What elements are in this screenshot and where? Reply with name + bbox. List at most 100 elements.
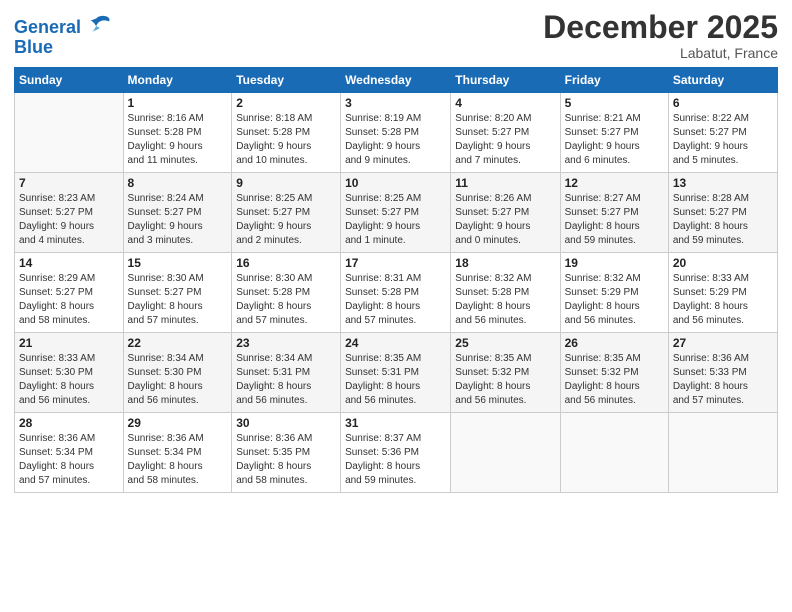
logo-bird-icon: [83, 14, 111, 42]
day-number: 3: [345, 96, 446, 110]
day-number: 19: [565, 256, 664, 270]
calendar-cell: 24 Sunrise: 8:35 AM Sunset: 5:31 PM Dayli…: [341, 333, 451, 413]
day-info: Sunrise: 8:32 AM Sunset: 5:29 PM Dayligh…: [565, 272, 664, 328]
day-number: 4: [455, 96, 555, 110]
calendar-cell: [560, 413, 668, 493]
day-number: 11: [455, 176, 555, 190]
day-info: Sunrise: 8:30 AM Sunset: 5:28 PM Dayligh…: [236, 272, 336, 328]
calendar-cell: 5 Sunrise: 8:21 AM Sunset: 5:27 PM Daylig…: [560, 93, 668, 173]
day-info: Sunrise: 8:37 AM Sunset: 5:36 PM Dayligh…: [345, 432, 446, 488]
day-number: 2: [236, 96, 336, 110]
calendar-week-row: 21 Sunrise: 8:33 AM Sunset: 5:30 PM Dayli…: [15, 333, 778, 413]
calendar-cell: 14 Sunrise: 8:29 AM Sunset: 5:27 PM Dayli…: [15, 253, 124, 333]
day-number: 22: [128, 336, 228, 350]
day-number: 13: [673, 176, 773, 190]
calendar-cell: 8 Sunrise: 8:24 AM Sunset: 5:27 PM Daylig…: [123, 173, 232, 253]
calendar-cell: 30Sunrise: 8:36 AM Sunset: 5:35 PM Dayli…: [232, 413, 341, 493]
day-info: Sunrise: 8:35 AM Sunset: 5:32 PM Dayligh…: [565, 352, 664, 408]
calendar-header-friday: Friday: [560, 68, 668, 93]
calendar-cell: 20Sunrise: 8:33 AM Sunset: 5:29 PM Dayli…: [668, 253, 777, 333]
day-info: Sunrise: 8:23 AM Sunset: 5:27 PM Dayligh…: [19, 192, 119, 248]
calendar-cell: [15, 93, 124, 173]
day-number: 16: [236, 256, 336, 270]
calendar-cell: 28 Sunrise: 8:36 AM Sunset: 5:34 PM Dayli…: [15, 413, 124, 493]
day-info: Sunrise: 8:34 AM Sunset: 5:31 PM Dayligh…: [236, 352, 336, 408]
day-info: Sunrise: 8:21 AM Sunset: 5:27 PM Dayligh…: [565, 112, 664, 168]
day-info: Sunrise: 8:32 AM Sunset: 5:28 PM Dayligh…: [455, 272, 555, 328]
day-number: 21: [19, 336, 119, 350]
day-number: 5: [565, 96, 664, 110]
calendar-header-saturday: Saturday: [668, 68, 777, 93]
day-number: 25: [455, 336, 555, 350]
calendar-cell: 19 Sunrise: 8:32 AM Sunset: 5:29 PM Dayli…: [560, 253, 668, 333]
calendar-cell: 18 Sunrise: 8:32 AM Sunset: 5:28 PM Dayli…: [451, 253, 560, 333]
calendar-cell: 21 Sunrise: 8:33 AM Sunset: 5:30 PM Dayli…: [15, 333, 124, 413]
calendar-cell: 25 Sunrise: 8:35 AM Sunset: 5:32 PM Dayli…: [451, 333, 560, 413]
day-number: 7: [19, 176, 119, 190]
calendar-header-sunday: Sunday: [15, 68, 124, 93]
calendar-week-row: 7 Sunrise: 8:23 AM Sunset: 5:27 PM Daylig…: [15, 173, 778, 253]
calendar-cell: 11 Sunrise: 8:26 AM Sunset: 5:27 PM Dayli…: [451, 173, 560, 253]
header: General Blue December 2025 Labatut, Fran…: [14, 10, 778, 61]
calendar-cell: 22Sunrise: 8:34 AM Sunset: 5:30 PM Dayli…: [123, 333, 232, 413]
calendar-cell: 26Sunrise: 8:35 AM Sunset: 5:32 PM Dayli…: [560, 333, 668, 413]
calendar-cell: 2Sunrise: 8:18 AM Sunset: 5:28 PM Daylig…: [232, 93, 341, 173]
month-title: December 2025: [543, 10, 778, 45]
day-info: Sunrise: 8:33 AM Sunset: 5:30 PM Dayligh…: [19, 352, 119, 408]
day-number: 15: [128, 256, 228, 270]
day-number: 14: [19, 256, 119, 270]
day-info: Sunrise: 8:30 AM Sunset: 5:27 PM Dayligh…: [128, 272, 228, 328]
day-number: 30: [236, 416, 336, 430]
day-info: Sunrise: 8:36 AM Sunset: 5:34 PM Dayligh…: [19, 432, 119, 488]
calendar-cell: 23 Sunrise: 8:34 AM Sunset: 5:31 PM Dayli…: [232, 333, 341, 413]
calendar-cell: 31 Sunrise: 8:37 AM Sunset: 5:36 PM Dayli…: [341, 413, 451, 493]
page-container: General Blue December 2025 Labatut, Fran…: [0, 0, 792, 503]
day-info: Sunrise: 8:31 AM Sunset: 5:28 PM Dayligh…: [345, 272, 446, 328]
day-info: Sunrise: 8:20 AM Sunset: 5:27 PM Dayligh…: [455, 112, 555, 168]
day-info: Sunrise: 8:16 AM Sunset: 5:28 PM Dayligh…: [128, 112, 228, 168]
logo: General Blue: [14, 14, 111, 58]
day-number: 27: [673, 336, 773, 350]
day-info: Sunrise: 8:36 AM Sunset: 5:33 PM Dayligh…: [673, 352, 773, 408]
calendar-cell: [668, 413, 777, 493]
calendar-cell: 9 Sunrise: 8:25 AM Sunset: 5:27 PM Daylig…: [232, 173, 341, 253]
day-number: 6: [673, 96, 773, 110]
calendar-header-monday: Monday: [123, 68, 232, 93]
calendar-cell: 4 Sunrise: 8:20 AM Sunset: 5:27 PM Daylig…: [451, 93, 560, 173]
day-info: Sunrise: 8:35 AM Sunset: 5:32 PM Dayligh…: [455, 352, 555, 408]
calendar-cell: 16 Sunrise: 8:30 AM Sunset: 5:28 PM Dayli…: [232, 253, 341, 333]
calendar-cell: 1Sunrise: 8:16 AM Sunset: 5:28 PM Daylig…: [123, 93, 232, 173]
day-info: Sunrise: 8:35 AM Sunset: 5:31 PM Dayligh…: [345, 352, 446, 408]
calendar-cell: 27 Sunrise: 8:36 AM Sunset: 5:33 PM Dayli…: [668, 333, 777, 413]
calendar-cell: 12Sunrise: 8:27 AM Sunset: 5:27 PM Dayli…: [560, 173, 668, 253]
calendar-week-row: 1Sunrise: 8:16 AM Sunset: 5:28 PM Daylig…: [15, 93, 778, 173]
day-info: Sunrise: 8:22 AM Sunset: 5:27 PM Dayligh…: [673, 112, 773, 168]
day-info: Sunrise: 8:25 AM Sunset: 5:27 PM Dayligh…: [236, 192, 336, 248]
title-block: December 2025 Labatut, France: [543, 10, 778, 61]
day-info: Sunrise: 8:24 AM Sunset: 5:27 PM Dayligh…: [128, 192, 228, 248]
calendar-header-thursday: Thursday: [451, 68, 560, 93]
day-number: 18: [455, 256, 555, 270]
day-number: 8: [128, 176, 228, 190]
day-number: 31: [345, 416, 446, 430]
calendar-header-row: SundayMondayTuesdayWednesdayThursdayFrid…: [15, 68, 778, 93]
day-info: Sunrise: 8:19 AM Sunset: 5:28 PM Dayligh…: [345, 112, 446, 168]
calendar-week-row: 14 Sunrise: 8:29 AM Sunset: 5:27 PM Dayli…: [15, 253, 778, 333]
day-number: 29: [128, 416, 228, 430]
day-info: Sunrise: 8:36 AM Sunset: 5:34 PM Dayligh…: [128, 432, 228, 488]
day-number: 23: [236, 336, 336, 350]
day-number: 9: [236, 176, 336, 190]
day-number: 17: [345, 256, 446, 270]
calendar-cell: 29 Sunrise: 8:36 AM Sunset: 5:34 PM Dayli…: [123, 413, 232, 493]
day-number: 28: [19, 416, 119, 430]
calendar-table: SundayMondayTuesdayWednesdayThursdayFrid…: [14, 67, 778, 493]
day-number: 24: [345, 336, 446, 350]
day-number: 10: [345, 176, 446, 190]
day-info: Sunrise: 8:29 AM Sunset: 5:27 PM Dayligh…: [19, 272, 119, 328]
day-info: Sunrise: 8:25 AM Sunset: 5:27 PM Dayligh…: [345, 192, 446, 248]
day-info: Sunrise: 8:28 AM Sunset: 5:27 PM Dayligh…: [673, 192, 773, 248]
day-number: 20: [673, 256, 773, 270]
day-info: Sunrise: 8:26 AM Sunset: 5:27 PM Dayligh…: [455, 192, 555, 248]
calendar-cell: 10 Sunrise: 8:25 AM Sunset: 5:27 PM Dayli…: [341, 173, 451, 253]
calendar-cell: 7 Sunrise: 8:23 AM Sunset: 5:27 PM Daylig…: [15, 173, 124, 253]
